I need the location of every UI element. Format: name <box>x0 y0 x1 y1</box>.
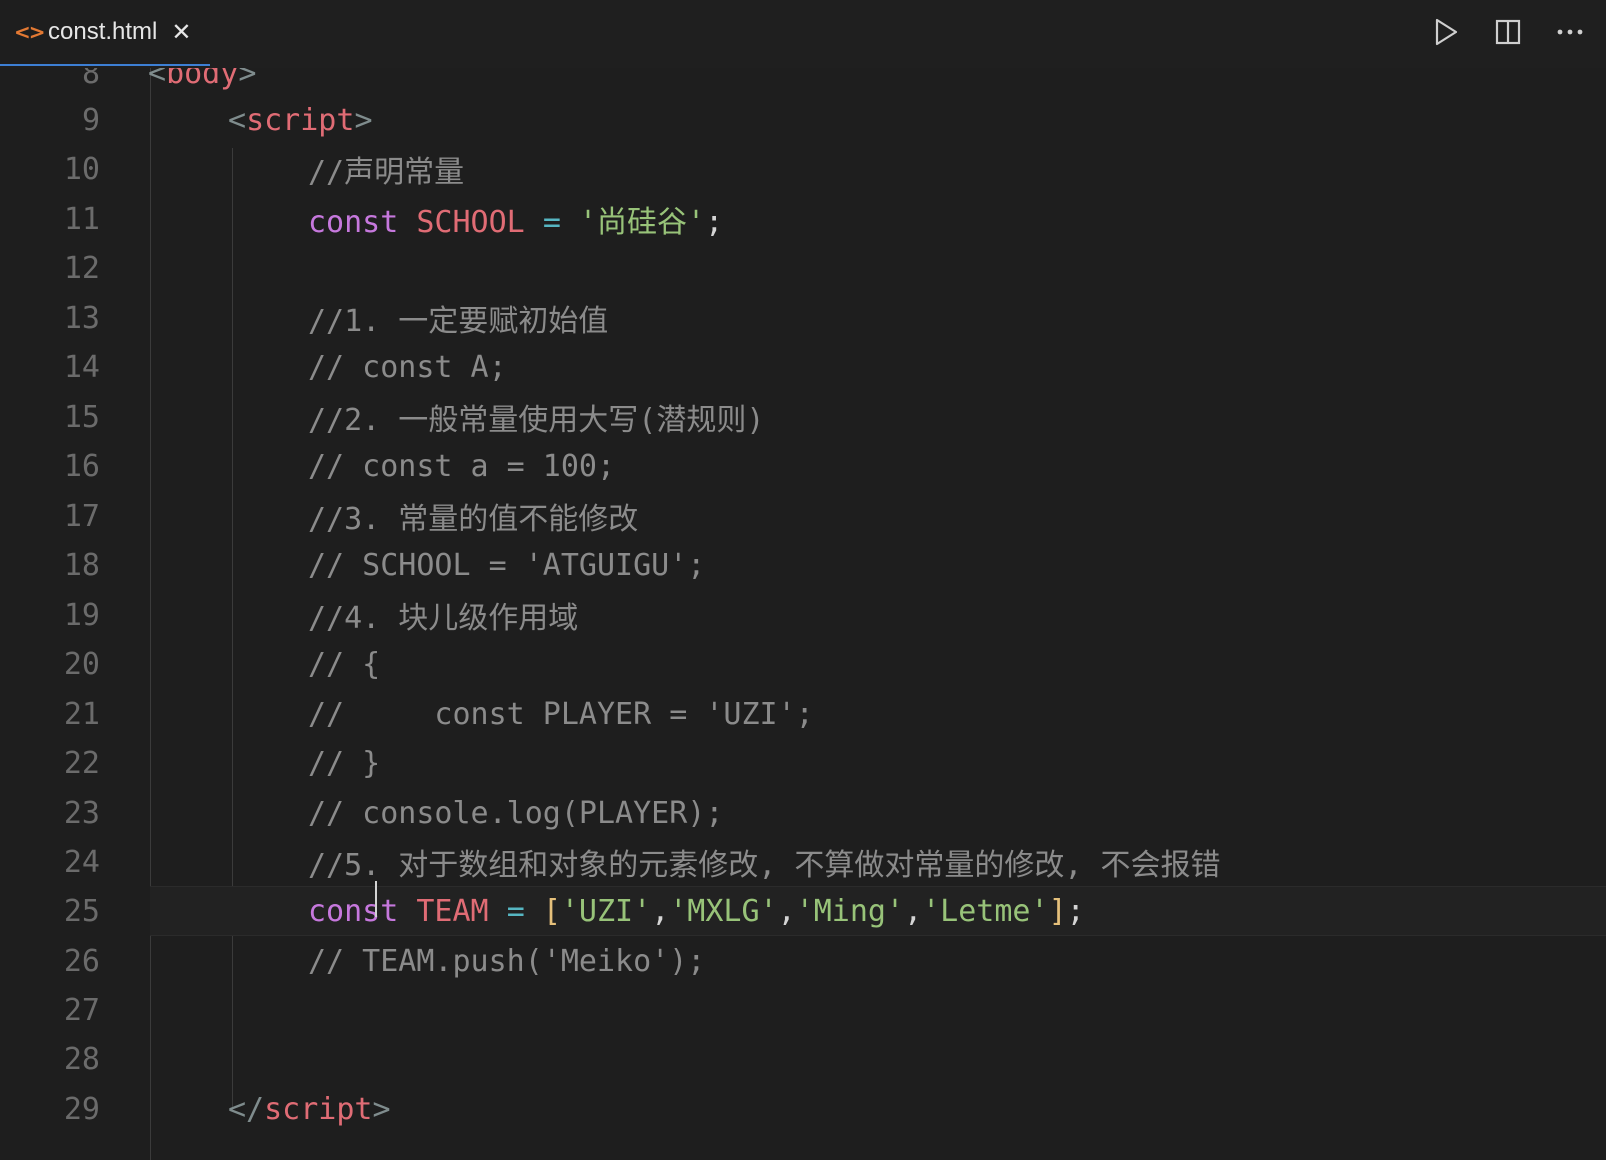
line-number: 8 <box>81 68 100 91</box>
current-code-line: 25 const TEAM = ['UZI','MXLG','Ming','Le… <box>64 881 1606 936</box>
code-line: 18 // SCHOOL = 'ATGUIGU'; <box>0 540 1606 590</box>
code-text: <script> <box>228 102 373 138</box>
line-number: 16 <box>63 448 100 484</box>
code-line: 23 // console.log(PLAYER); <box>0 788 1606 838</box>
line-number: 26 <box>63 943 100 979</box>
code-text: <body> <box>148 68 257 91</box>
comment-text: // } <box>308 745 381 781</box>
line-number: 18 <box>63 547 100 583</box>
code-line: 20 // { <box>0 639 1606 689</box>
code-line: 22 // } <box>0 738 1606 788</box>
split-editor-icon[interactable] <box>1492 14 1524 50</box>
close-icon[interactable]: ✕ <box>171 18 191 46</box>
code-line: 16 // const a = 100; <box>0 441 1606 491</box>
line-number: 13 <box>63 300 100 336</box>
code-line: 8 <body> <box>0 68 1606 98</box>
line-number: 20 <box>63 646 100 682</box>
comment-text: //3. 常量的值不能修改 <box>308 502 639 537</box>
code-line: 13 //1. 一定要赋初始值 <box>0 293 1606 343</box>
code-line: 21 // const PLAYER = 'UZI'; <box>0 689 1606 739</box>
line-number: 23 <box>63 795 100 831</box>
comment-text: //4. 块儿级作用域 <box>308 601 579 636</box>
text-cursor <box>375 881 377 917</box>
code-line: 9 <script> <box>0 95 1606 145</box>
line-number: 29 <box>63 1091 100 1127</box>
code-text: const TEAM = ['UZI','MXLG','Ming','Letme… <box>308 893 1085 929</box>
line-number: 12 <box>63 250 100 286</box>
more-actions-icon[interactable] <box>1554 14 1586 50</box>
code-line: 26 // TEAM.push('Meiko'); <box>0 936 1606 986</box>
line-number: 25 <box>63 893 100 929</box>
code-line: 19 //4. 块儿级作用域 <box>0 590 1606 640</box>
editor-actions <box>1430 14 1586 50</box>
code-line: 11 const SCHOOL = '尚硅谷'; <box>0 194 1606 244</box>
line-number: 11 <box>63 201 100 237</box>
code-line: 15 //2. 一般常量使用大写(潜规则) <box>0 392 1606 442</box>
line-number: 9 <box>81 102 100 138</box>
comment-text: // const A; <box>308 349 507 385</box>
line-number: 14 <box>63 349 100 385</box>
comment-text: // TEAM.push('Meiko'); <box>308 943 706 979</box>
editor-tab-bar: <> const.html ✕ <box>0 0 1606 68</box>
comment-text: //1. 一定要赋初始值 <box>308 304 609 339</box>
code-line: 24 //5. 对于数组和对象的元素修改, 不算做对常量的修改, 不会报错 <box>0 837 1606 887</box>
line-number: 28 <box>63 1041 100 1077</box>
comment-text: // SCHOOL = 'ATGUIGU'; <box>308 547 706 583</box>
comment-text: // const PLAYER = 'UZI'; <box>308 696 814 732</box>
code-line: 12 <box>0 243 1606 293</box>
line-number: 22 <box>63 745 100 781</box>
line-number: 24 <box>63 844 100 880</box>
run-icon[interactable] <box>1430 14 1462 50</box>
code-line: 14 // const A; <box>0 342 1606 392</box>
comment-text: // const a = 100; <box>308 448 616 484</box>
code-line: 28 <box>0 1034 1606 1084</box>
tab-filename: const.html <box>48 18 158 45</box>
comment-text: //2. 一般常量使用大写(潜规则) <box>308 403 765 438</box>
comment-text: // { <box>308 646 381 682</box>
comment-text: //声明常量 <box>308 155 465 190</box>
code-line: 17 //3. 常量的值不能修改 <box>0 491 1606 541</box>
line-number: 27 <box>63 992 100 1028</box>
tab-const-html[interactable]: <> const.html ✕ <box>0 0 210 66</box>
code-text: </script> <box>228 1091 391 1127</box>
html-file-icon: <> <box>14 20 46 44</box>
line-number: 21 <box>63 696 100 732</box>
code-line: 27 <box>0 985 1606 1035</box>
code-line: 10 //声明常量 <box>0 144 1606 194</box>
comment-text: //5. 对于数组和对象的元素修改, 不算做对常量的修改, 不会报错 <box>308 848 1221 883</box>
code-line: 29 </script> <box>0 1084 1606 1134</box>
code-editor[interactable]: 8 <body> 9 <script> 10 //声明常量 11 const S… <box>0 68 1606 1160</box>
line-number: 19 <box>63 597 100 633</box>
line-number: 10 <box>63 151 100 187</box>
comment-text: // console.log(PLAYER); <box>308 795 724 831</box>
line-number: 15 <box>63 399 100 435</box>
line-number: 17 <box>63 498 100 534</box>
code-text: const SCHOOL = '尚硅谷'; <box>308 205 724 240</box>
